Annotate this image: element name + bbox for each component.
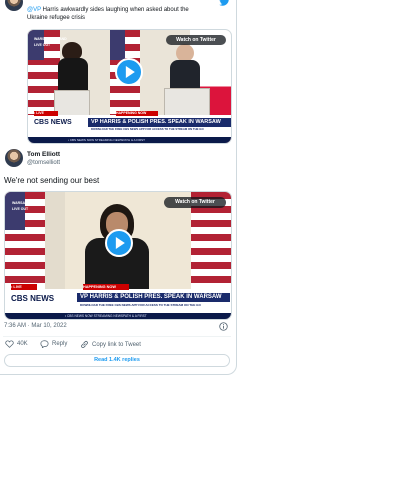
copy-link-button[interactable]: Copy link to Tweet xyxy=(80,340,141,349)
tweet-text: We're not sending our best xyxy=(4,176,100,185)
author-name[interactable]: Tom Elliott xyxy=(27,151,60,158)
link-icon xyxy=(81,341,88,348)
tweet-embed-card: @VP Harris awkwardly sides laughing when… xyxy=(0,0,237,375)
play-button[interactable] xyxy=(105,229,133,257)
tweet-timestamp[interactable]: 7:36 AM · Mar 10, 2022 xyxy=(4,323,67,329)
divider xyxy=(3,336,231,337)
mention-link[interactable]: @VP xyxy=(27,7,41,13)
quoted-video-player[interactable]: WARSAW, POLAND LIVE OUT Watch on Twitter… xyxy=(27,29,232,144)
play-button[interactable] xyxy=(115,58,143,86)
quoted-tweet-text: @VP Harris awkwardly sides laughing when… xyxy=(27,7,189,21)
author-avatar[interactable] xyxy=(5,149,23,167)
news-headline: VP HARRIS & POLISH PRES. SPEAK IN WARSAW xyxy=(77,293,230,302)
heart-icon xyxy=(5,340,14,348)
news-headline: VP HARRIS & POLISH PRES. SPEAK IN WARSAW xyxy=(88,118,231,127)
news-ticker: • CBS NEWS NOW STREAMING NEWSPATH & A FI… xyxy=(28,137,231,143)
author-handle[interactable]: @tomselliott xyxy=(27,160,60,166)
video-corner-bug: WARSAW, POLAND LIVE OUT xyxy=(12,201,45,211)
read-replies-button[interactable]: Read 1.4K replies xyxy=(4,354,230,367)
watch-on-twitter-button[interactable]: Watch on Twitter xyxy=(166,35,226,45)
video-corner-bug: WARSAW, POLAND LIVE OUT xyxy=(34,37,67,47)
news-lower-third: • LIVE HAPPENING NOW CBS NEWS VP HARRIS … xyxy=(28,111,231,143)
tweet-video-player[interactable]: WARSAW, POLAND LIVE OUT Watch on Twitter… xyxy=(4,191,232,320)
info-icon[interactable] xyxy=(219,322,228,331)
podium-left xyxy=(54,90,90,117)
reply-icon xyxy=(40,340,49,348)
like-count: 40K xyxy=(17,341,28,347)
podium-right xyxy=(164,88,210,117)
news-ticker: • CBS NEWS NOW STREAMING NEWSPATH & A FI… xyxy=(5,313,231,319)
cbs-news-logo: CBS NEWS xyxy=(34,119,72,126)
cbs-news-logo: CBS NEWS xyxy=(11,294,55,303)
watch-on-twitter-button[interactable]: Watch on Twitter xyxy=(164,197,226,208)
like-button[interactable]: 40K xyxy=(5,340,28,348)
reply-button[interactable]: Reply xyxy=(40,340,67,348)
quoted-author-avatar[interactable] xyxy=(5,0,23,11)
news-lower-third: • LIVE HAPPENING NOW CBS NEWS VP HARRIS … xyxy=(5,284,231,319)
